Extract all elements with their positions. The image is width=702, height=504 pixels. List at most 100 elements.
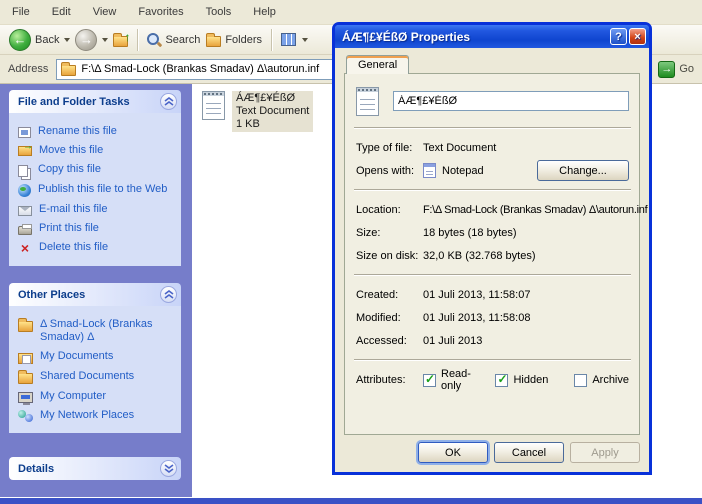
forward-dropdown-icon[interactable] <box>102 37 109 42</box>
file-tasks-panel: File and Folder Tasks Rename this file M… <box>9 90 181 266</box>
readonly-label: Read-only <box>441 368 471 392</box>
archive-label: Archive <box>592 374 629 386</box>
task-email-file[interactable]: E-mail this file <box>18 200 177 219</box>
place-smad-lock-folder[interactable]: Δ Smad-Lock (Brankas Smadav) Δ <box>18 315 177 347</box>
hidden-checkbox[interactable] <box>495 372 509 387</box>
menu-help[interactable]: Help <box>253 6 276 18</box>
modified-row: Modified: 01 Juli 2013, 11:58:08 <box>354 306 631 329</box>
address-path: F:\Δ Smad-Lock (Brankas Smadav) Δ\autoru… <box>81 63 320 75</box>
notepad-icon <box>423 163 436 178</box>
menu-view[interactable]: View <box>93 6 117 18</box>
tab-general[interactable]: General <box>346 55 410 74</box>
readonly-checkbox[interactable] <box>423 372 436 387</box>
go-label: Go <box>679 63 695 75</box>
folders-icon <box>206 32 222 47</box>
back-dropdown-icon[interactable] <box>64 37 71 42</box>
task-copy-file[interactable]: Copy this file <box>18 160 177 180</box>
change-button[interactable]: Change... <box>537 160 629 181</box>
file-tasks-body: Rename this file Move this file Copy thi… <box>9 113 181 266</box>
details-header[interactable]: Details <box>9 457 181 480</box>
modified-value: 01 Juli 2013, 11:58:08 <box>423 311 531 324</box>
task-publish-file[interactable]: Publish this file to the Web <box>18 180 177 200</box>
file-item-label: ÁÆ¶£¥ÉßØ Text Document 1 KB <box>232 91 314 132</box>
up-button[interactable] <box>110 30 131 49</box>
file-tasks-header[interactable]: File and Folder Tasks <box>9 90 181 113</box>
task-delete-file[interactable]: × Delete this file <box>18 238 177 258</box>
location-row: Location: F:\Δ Smad-Lock (Brankas Smadav… <box>354 198 648 221</box>
filename-input[interactable] <box>393 91 629 111</box>
ok-button[interactable]: OK <box>418 442 488 463</box>
place-my-network[interactable]: My Network Places <box>18 406 177 425</box>
menu-edit[interactable]: Edit <box>52 6 71 18</box>
created-row: Created: 01 Juli 2013, 11:58:07 <box>354 283 631 306</box>
opens-with-label: Opens with: <box>356 164 415 177</box>
task-move-file[interactable]: Move this file <box>18 141 177 160</box>
separator <box>354 274 631 276</box>
move-icon <box>18 141 33 156</box>
menu-favorites[interactable]: Favorites <box>138 6 183 18</box>
chevron-up-icon[interactable] <box>160 286 177 303</box>
window-bottom-frame <box>0 498 702 504</box>
text-document-icon <box>202 91 225 120</box>
modified-label: Modified: <box>356 311 401 324</box>
chevron-down-icon[interactable] <box>160 460 177 477</box>
place-my-documents[interactable]: My Documents <box>18 347 177 367</box>
toolbar-separator <box>137 28 139 51</box>
accessed-row: Accessed: 01 Juli 2013 <box>354 329 631 352</box>
type-of-file-row: Type of file: Text Document <box>354 136 631 159</box>
place-shared-documents[interactable]: Shared Documents <box>18 367 177 387</box>
created-label: Created: <box>356 288 399 301</box>
menu-tools[interactable]: Tools <box>206 6 232 18</box>
separator <box>354 359 631 361</box>
folders-label: Folders <box>225 33 263 46</box>
place-my-computer[interactable]: My Computer <box>18 387 177 406</box>
copy-icon <box>18 165 28 177</box>
back-button[interactable]: ← Back <box>6 27 62 53</box>
help-button[interactable]: ? <box>610 28 627 45</box>
views-button[interactable] <box>278 31 313 48</box>
task-print-file[interactable]: Print this file <box>18 219 177 238</box>
location-label: Location: <box>356 203 401 216</box>
location-value: F:\Δ Smad-Lock (Brankas Smadav) Δ\autoru… <box>423 203 648 216</box>
other-places-body: Δ Smad-Lock (Brankas Smadav) Δ My Docume… <box>9 306 181 433</box>
created-value: 01 Juli 2013, 11:58:07 <box>423 288 531 301</box>
details-title: Details <box>18 462 55 475</box>
cancel-button[interactable]: Cancel <box>494 442 564 463</box>
forward-button[interactable]: → <box>72 27 100 53</box>
back-icon: ← <box>9 28 31 51</box>
folder-icon <box>18 318 33 332</box>
attributes-label: Attributes: <box>356 374 406 386</box>
size-value: 18 bytes (18 bytes) <box>423 226 517 239</box>
size-on-disk-row: Size on disk: 32,0 KB (32.768 bytes) <box>354 244 631 267</box>
archive-checkbox[interactable] <box>574 373 588 387</box>
dialog-title: ÁÆ¶£¥ÉßØ Properties <box>342 29 471 44</box>
print-icon <box>18 224 32 235</box>
size-on-disk-label: Size on disk: <box>356 249 419 262</box>
opens-with-value: Notepad Change... <box>423 160 629 181</box>
search-button[interactable]: Search <box>144 31 203 49</box>
go-icon: → <box>658 60 676 78</box>
file-name: ÁÆ¶£¥ÉßØ <box>236 92 296 104</box>
attributes-value: Read-only Hidden Archive <box>423 368 629 392</box>
views-dropdown-icon <box>302 37 309 42</box>
file-tasks-title: File and Folder Tasks <box>18 95 130 108</box>
task-rename-file[interactable]: Rename this file <box>18 122 177 141</box>
readonly-attribute: Read-only <box>423 368 481 392</box>
go-button[interactable]: → Go <box>658 60 695 78</box>
accessed-value: 01 Juli 2013 <box>423 334 483 347</box>
views-icon <box>281 33 297 46</box>
accessed-label: Accessed: <box>356 334 407 347</box>
other-places-header[interactable]: Other Places <box>9 283 181 306</box>
menu-file[interactable]: File <box>12 6 30 18</box>
close-button[interactable]: × <box>629 28 646 45</box>
dialog-title-bar[interactable]: ÁÆ¶£¥ÉßØ Properties ? × <box>335 25 649 48</box>
address-folder-icon <box>61 62 77 76</box>
rename-icon <box>18 127 31 138</box>
toolbar-separator <box>271 28 273 51</box>
delete-icon: × <box>20 240 30 256</box>
apply-button[interactable]: Apply <box>570 442 640 463</box>
chevron-up-icon[interactable] <box>160 93 177 110</box>
other-places-title: Other Places <box>18 288 86 301</box>
email-icon <box>18 206 32 216</box>
folders-button[interactable]: Folders <box>203 31 265 49</box>
